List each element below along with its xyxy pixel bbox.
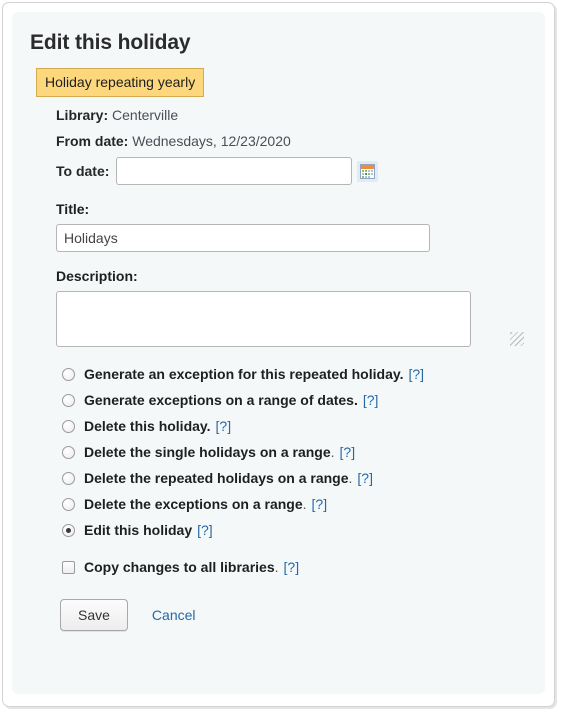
option-tail-punctuation: .	[348, 470, 353, 486]
calendar-icon[interactable]	[357, 160, 379, 182]
option-tail-punctuation: .	[274, 559, 279, 575]
option-row-generate-exceptions-range[interactable]: Generate exceptions on a range of dates.…	[62, 391, 525, 409]
option-tail-punctuation: .	[302, 496, 307, 512]
help-link-copy-changes-all-libraries[interactable]: [?]	[284, 558, 300, 576]
description-wrapper	[30, 291, 525, 347]
option-label-copy-changes-all-libraries: Copy changes to all libraries	[84, 559, 275, 575]
holiday-editor-panel: Edit this holiday Holiday repeating year…	[12, 12, 545, 694]
help-link-edit-this-holiday[interactable]: [?]	[197, 521, 213, 539]
help-link-delete-repeated-holidays-range[interactable]: [?]	[357, 469, 373, 487]
option-label-tail-delete-exceptions-range: .	[303, 495, 307, 513]
from-date-label: From date:	[56, 133, 129, 149]
radio-delete-this-holiday[interactable]	[62, 419, 75, 433]
option-label-delete-this-holiday: Delete this holiday.	[84, 418, 211, 434]
radio-delete-exceptions-range[interactable]	[62, 497, 75, 511]
option-label-generate-exception: Generate an exception for this repeated …	[84, 366, 404, 382]
radio-edit-this-holiday[interactable]	[62, 523, 75, 537]
title-input[interactable]	[56, 224, 430, 252]
option-label-tail-delete-single-holidays-range: .	[331, 443, 335, 461]
help-link-generate-exception[interactable]: [?]	[409, 365, 425, 383]
option-label-delete-repeated-holidays-range: Delete the repeated holidays on a range	[84, 470, 349, 486]
library-row: Library: Centerville	[56, 105, 525, 125]
radio-generate-exceptions-range[interactable]	[62, 393, 75, 407]
title-label: Title:	[56, 201, 90, 217]
option-tail-punctuation: .	[330, 444, 335, 460]
option-row-delete-exceptions-range[interactable]: Delete the exceptions on a range. [?]	[62, 495, 525, 513]
option-label-tail-delete-repeated-holidays-range: .	[349, 469, 353, 487]
from-date-row: From date: Wednesdays, 12/23/2020	[56, 131, 525, 151]
save-button[interactable]: Save	[60, 599, 128, 631]
checkbox-copy-changes-all-libraries[interactable]	[62, 560, 75, 574]
help-link-generate-exceptions-range[interactable]: [?]	[363, 391, 379, 409]
option-row-delete-single-holidays-range[interactable]: Delete the single holidays on a range. [?…	[62, 443, 525, 461]
radio-delete-single-holidays-range[interactable]	[62, 445, 75, 459]
description-textarea[interactable]	[56, 291, 471, 347]
option-row-delete-this-holiday[interactable]: Delete this holiday. [?]	[62, 417, 525, 435]
option-row-generate-exception[interactable]: Generate an exception for this repeated …	[62, 365, 525, 383]
to-date-label: To date:	[56, 163, 110, 179]
radio-delete-repeated-holidays-range[interactable]	[62, 471, 75, 485]
cancel-link[interactable]: Cancel	[152, 607, 196, 623]
option-row-delete-repeated-holidays-range[interactable]: Delete the repeated holidays on a range.…	[62, 469, 525, 487]
resize-grip-icon[interactable]	[510, 332, 524, 346]
to-date-input[interactable]	[116, 157, 353, 185]
actions-row: Save Cancel	[60, 599, 525, 631]
help-link-delete-single-holidays-range[interactable]: [?]	[340, 443, 356, 461]
library-label: Library:	[56, 107, 109, 123]
library-value: Centerville	[112, 107, 179, 123]
option-label-edit-this-holiday: Edit this holiday	[84, 522, 193, 538]
repeat-status-badge: Holiday repeating yearly	[36, 68, 205, 97]
page-title: Edit this holiday	[30, 31, 191, 54]
help-link-delete-exceptions-range[interactable]: [?]	[312, 495, 328, 513]
option-row-copy-changes-all-libraries[interactable]: Copy changes to all libraries. [?]	[62, 558, 525, 576]
holiday-editor-card: Edit this holiday Holiday repeating year…	[2, 2, 555, 707]
to-date-row: To date:	[56, 157, 525, 185]
option-label-tail-copy-changes-all-libraries: .	[275, 558, 279, 576]
help-link-delete-this-holiday[interactable]: [?]	[216, 417, 232, 435]
radio-generate-exception[interactable]	[62, 367, 75, 381]
from-date-value: Wednesdays, 12/23/2020	[132, 133, 291, 149]
option-label-delete-exceptions-range: Delete the exceptions on a range	[84, 496, 303, 512]
option-label-delete-single-holidays-range: Delete the single holidays on a range	[84, 444, 331, 460]
option-row-edit-this-holiday[interactable]: Edit this holiday [?]	[62, 521, 525, 539]
description-label: Description:	[56, 268, 138, 284]
options-list: Generate an exception for this repeated …	[62, 365, 525, 576]
option-label-generate-exceptions-range: Generate exceptions on a range of dates.	[84, 392, 358, 408]
